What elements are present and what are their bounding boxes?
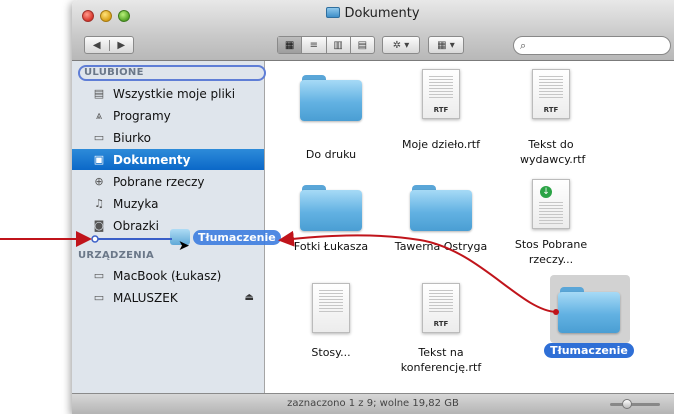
- folder-icon: [300, 185, 362, 231]
- sidebar-item-macbook[interactable]: ▭ MacBook (Łukasz): [72, 265, 264, 286]
- sidebar-item-label: Muzyka: [113, 196, 159, 211]
- folder-icon: [410, 185, 472, 231]
- sidebar-item-desktop[interactable]: ▭ Biurko: [72, 127, 264, 148]
- view-list-button[interactable]: ≡: [302, 37, 327, 53]
- sidebar-item-label: Dokumenty: [113, 152, 191, 167]
- rtf-badge: RTF: [433, 320, 449, 328]
- sidebar-item-label: MALUSZEK: [113, 290, 178, 305]
- file-item-tekst-na-konferencje[interactable]: RTF Tekst na konferencję.rtf: [386, 283, 496, 375]
- view-icons-button[interactable]: ▦: [278, 37, 303, 53]
- search-icon: ⌕: [520, 39, 527, 52]
- sidebar-item-all-files[interactable]: ▤ Wszystkie moje pliki: [72, 83, 264, 104]
- search-input[interactable]: ⌕: [513, 36, 671, 55]
- file-item-moje-dzielo[interactable]: RTF Moje dzieło.rtf: [386, 69, 496, 152]
- music-icon: ♫: [94, 197, 104, 210]
- sidebar-item-label: MacBook (Łukasz): [113, 268, 222, 283]
- file-name: Stos Pobrane rzeczy...: [514, 238, 588, 266]
- sidebar-header-devices: URZĄDZENIA: [78, 250, 155, 261]
- sidebar-item-documents[interactable]: ▣ Dokumenty: [72, 149, 264, 170]
- icon-size-slider[interactable]: [610, 403, 660, 406]
- view-mode-buttons: ▦ ≡ ▥ ▤: [277, 36, 375, 54]
- rtf-badge: RTF: [543, 106, 559, 114]
- file-name: Tekst do wydawcy.rtf: [520, 138, 586, 166]
- pictures-icon: ◙: [93, 219, 105, 232]
- sidebar-item-applications[interactable]: ⩓ Programy: [72, 105, 264, 126]
- file-name: Tłumaczenie: [544, 343, 634, 358]
- file-item-tekst-do-wydawcy[interactable]: RTF Tekst do wydawcy.rtf: [496, 69, 606, 167]
- finder-window: Dokumenty ◀ ▶ ▦ ≡ ▥ ▤ ✲ ▾ ▦ ▾ ⌕ ULUBIONE…: [72, 0, 674, 414]
- file-name: Tawerna Ostryga: [394, 240, 488, 253]
- forward-button[interactable]: ▶: [110, 40, 134, 51]
- sidebar-item-label: Programy: [113, 108, 171, 123]
- sidebar-item-music[interactable]: ♫ Muzyka: [72, 193, 264, 214]
- view-coverflow-button[interactable]: ▤: [351, 37, 374, 53]
- sidebar-item-label: Pobrane rzeczy: [113, 174, 205, 189]
- drive-icon: ▭: [93, 291, 105, 304]
- file-name: Fotki Łukasza: [293, 240, 369, 253]
- status-bar: zaznaczono 1 z 9; wolne 19,82 GB: [72, 393, 674, 414]
- stack-icon: ↓: [532, 179, 570, 229]
- laptop-icon: ▭: [93, 269, 105, 282]
- file-item-tawerna-ostryga[interactable]: Tawerna Ostryga: [386, 185, 496, 254]
- folder-icon: [300, 75, 362, 121]
- cursor-icon: ➤: [178, 238, 190, 254]
- titlebar: Dokumenty ◀ ▶ ▦ ≡ ▥ ▤ ✲ ▾ ▦ ▾ ⌕: [72, 0, 674, 61]
- status-text: zaznaczono 1 z 9; wolne 19,82 GB: [287, 398, 459, 409]
- window-title-text: Dokumenty: [344, 6, 420, 21]
- window-title: Dokumenty: [72, 6, 674, 21]
- sidebar-header-favorites: ULUBIONE: [78, 65, 266, 81]
- nav-buttons: ◀ ▶: [84, 36, 134, 54]
- sidebar-item-label: Biurko: [113, 130, 151, 145]
- rtf-badge: RTF: [433, 106, 449, 114]
- folder-icon: [558, 287, 620, 333]
- rtf-document-icon: RTF: [532, 69, 570, 119]
- arrange-menu-button[interactable]: ▦ ▾: [428, 36, 464, 54]
- rtf-document-icon: RTF: [422, 283, 460, 333]
- applications-icon: ⩓: [95, 108, 103, 122]
- documents-icon: ▣: [93, 153, 105, 166]
- downloads-icon: ⊕: [94, 175, 104, 188]
- action-menu-button[interactable]: ✲ ▾: [382, 36, 420, 54]
- back-button[interactable]: ◀: [85, 39, 110, 51]
- file-item-fotki-lukasza[interactable]: Fotki Łukasza: [276, 185, 386, 254]
- icon-size-slider-knob[interactable]: [622, 399, 632, 409]
- all-files-icon: ▤: [93, 87, 105, 100]
- sidebar: ULUBIONE ▤ Wszystkie moje pliki ⩓ Progra…: [72, 61, 266, 393]
- file-grid: Do druku RTF Moje dzieło.rtf RTF Tekst d…: [266, 61, 674, 393]
- sidebar-item-label: Wszystkie moje pliki: [113, 86, 236, 101]
- file-name: Do druku: [305, 148, 357, 161]
- rtf-document-icon: RTF: [422, 69, 460, 119]
- file-name: Moje dzieło.rtf: [402, 138, 480, 151]
- sidebar-item-label: Obrazki: [113, 218, 159, 233]
- file-name: Tekst na konferencję.rtf: [400, 346, 482, 374]
- drag-label: Tłumaczenie: [193, 229, 281, 245]
- sidebar-item-maluszek[interactable]: ▭ MALUSZEK ⏏: [72, 287, 264, 308]
- desktop-icon: ▭: [93, 131, 105, 144]
- sidebar-item-downloads[interactable]: ⊕ Pobrane rzeczy: [72, 171, 264, 192]
- folder-icon: [326, 7, 341, 18]
- stack-icon: [312, 283, 350, 333]
- file-name: Stosy...: [311, 346, 351, 359]
- file-item-tlumaczenie[interactable]: Tłumaczenie: [534, 287, 644, 358]
- view-columns-button[interactable]: ▥: [327, 37, 351, 53]
- eject-icon[interactable]: ⏏: [245, 292, 254, 303]
- file-item-stosy[interactable]: Stosy...: [276, 283, 386, 360]
- file-item-do-druku[interactable]: Do druku: [276, 75, 386, 162]
- file-item-stos-pobrane[interactable]: ↓ Stos Pobrane rzeczy...: [496, 179, 606, 267]
